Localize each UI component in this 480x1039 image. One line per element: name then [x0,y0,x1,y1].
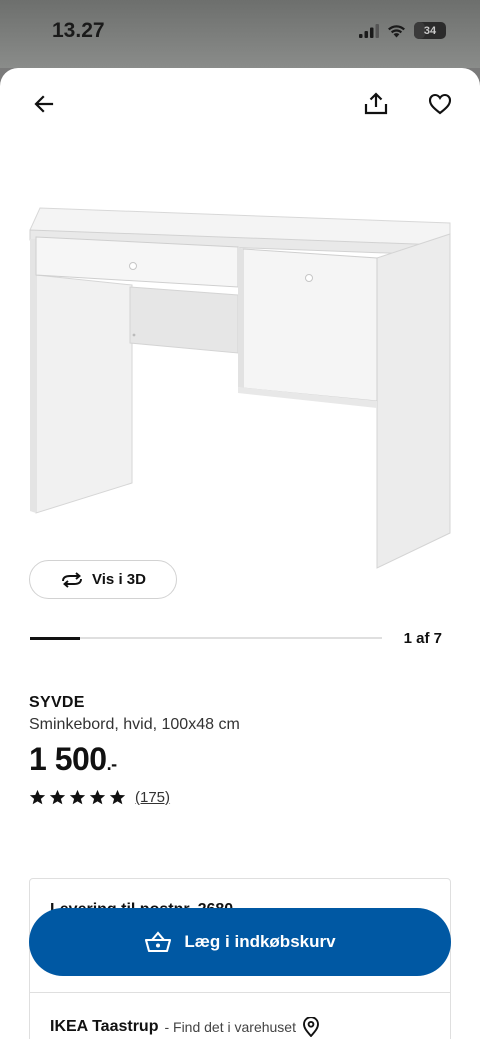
gallery-progress [30,636,382,640]
product-price: 1 500.- [29,741,117,778]
heart-icon [428,93,452,115]
product-rating[interactable]: (175) [29,789,170,806]
star-icon [89,789,106,805]
back-button[interactable] [24,84,64,124]
review-count-link[interactable]: (175) [135,789,170,806]
product-sheet: Vis i 3D 1 af 7 SYVDE Sminkebord, hvid, … [0,68,480,1039]
share-button[interactable] [356,84,396,124]
status-time: 13.27 [52,19,105,42]
divider [30,992,450,993]
add-to-cart-label: Læg i indkøbskurv [184,932,336,951]
product-image[interactable] [22,203,458,578]
store-subtitle: - Find det i varehuset [164,1019,296,1035]
status-icons: 34 [359,22,446,39]
arrow-left-icon [34,95,54,113]
signal-icon [359,23,379,38]
star-icon [49,789,66,805]
star-icon [69,789,86,805]
view-3d-button[interactable]: Vis i 3D [29,560,177,599]
rotate-3d-icon [62,571,82,588]
store-row[interactable]: IKEA Taastrup - Find det i varehuset [50,1017,320,1037]
gallery-progress-fill [30,636,81,640]
share-icon [364,92,388,115]
status-bar: 13.27 34 [0,0,480,68]
battery-indicator: 34 [414,22,446,39]
top-bar [0,68,480,140]
price-suffix: .- [106,754,118,774]
add-to-cart-button[interactable]: Læg i indkøbskurv [29,908,451,976]
price-main: 1 500 [29,741,107,777]
product-description: Sminkebord, hvid, 100x48 cm [29,716,240,733]
basket-icon [145,931,172,953]
favorite-button[interactable] [420,84,460,124]
wifi-icon [388,24,405,37]
battery-level-text: 34 [423,24,437,37]
store-name: IKEA Taastrup [50,1018,159,1035]
location-pin-icon [303,1017,319,1037]
product-name: SYVDE [29,694,85,711]
star-icon [29,789,46,805]
star-icon [109,789,126,805]
gallery-counter: 1 af 7 [403,630,442,647]
view-3d-label: Vis i 3D [92,571,146,588]
